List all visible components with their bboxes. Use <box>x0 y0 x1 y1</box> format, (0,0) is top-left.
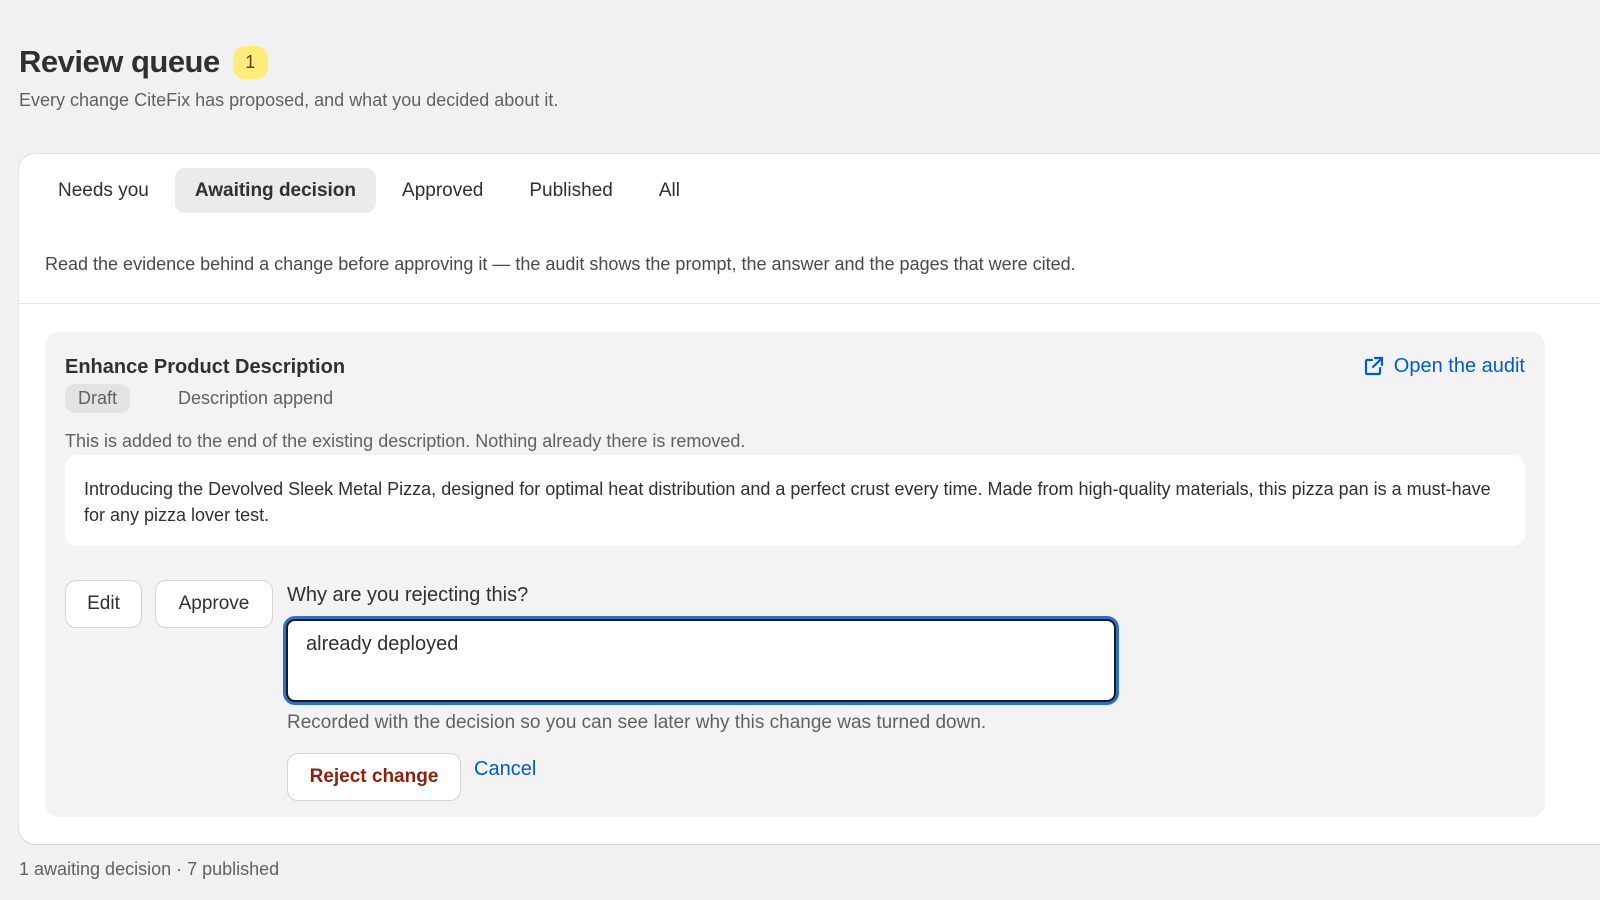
open-audit-label: Open the audit <box>1393 354 1525 377</box>
external-link-icon <box>1364 356 1383 376</box>
tab-awaiting-decision[interactable]: Awaiting decision <box>174 168 377 213</box>
change-type: Description append <box>178 388 334 408</box>
change-item: Enhance Product Description Open the aud… <box>45 332 1545 817</box>
edit-button[interactable]: Edit <box>66 581 141 627</box>
change-note: This is added to the end of the existing… <box>65 431 746 451</box>
page-header: Review queue 1 Every change CiteFix has … <box>19 44 558 111</box>
reject-reason-label: Why are you rejecting this? <box>287 584 529 606</box>
count-badge: 1 <box>232 45 268 79</box>
review-queue-page: Review queue 1 Every change CiteFix has … <box>0 0 1600 900</box>
approve-button[interactable]: Approve <box>156 581 272 627</box>
tab-published[interactable]: Published <box>509 168 632 213</box>
change-title: Enhance Product Description <box>65 356 346 378</box>
page-title: Review queue <box>19 44 220 79</box>
change-meta: Draft Description append <box>65 384 333 413</box>
page-subtitle: Every change CiteFix has proposed, and w… <box>19 90 559 110</box>
cancel-link[interactable]: Cancel <box>474 758 536 781</box>
open-audit-link[interactable]: Open the audit <box>1362 354 1525 378</box>
reject-reason-input[interactable]: already deployed <box>286 619 1116 702</box>
title-row: Review queue 1 <box>19 44 558 80</box>
review-card: Needs you Awaiting decision Approved Pub… <box>19 154 1600 844</box>
divider <box>19 303 1600 304</box>
tab-all[interactable]: All <box>639 168 700 213</box>
tab-needs-you[interactable]: Needs you <box>38 168 169 213</box>
status-badge: Draft <box>65 384 131 413</box>
tab-bar: Needs you Awaiting decision Approved Pub… <box>38 168 700 213</box>
tab-approved[interactable]: Approved <box>382 168 503 213</box>
reject-change-button[interactable]: Reject change <box>288 754 460 800</box>
queue-summary: 1 awaiting decision · 7 published <box>19 859 280 879</box>
review-hint: Read the evidence behind a change before… <box>45 254 1076 274</box>
proposed-description: Introducing the Devolved Sleek Metal Piz… <box>65 455 1525 546</box>
reject-reason-help: Recorded with the decision so you can se… <box>287 712 987 733</box>
